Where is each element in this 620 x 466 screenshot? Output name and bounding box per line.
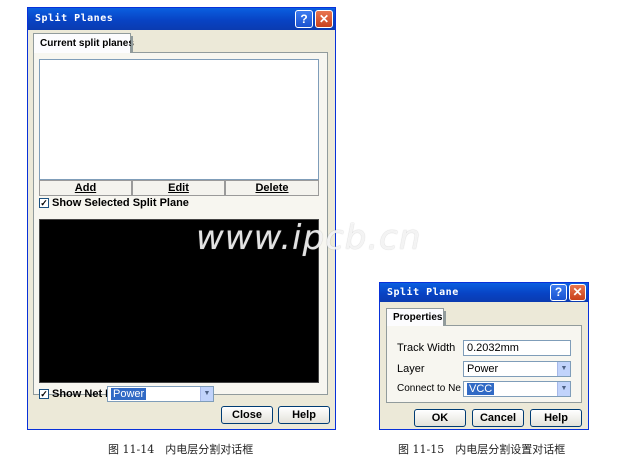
chevron-down-icon[interactable]: ▼ (557, 382, 570, 396)
question-mark-icon: ? (554, 285, 563, 299)
help-title-button[interactable]: ? (295, 10, 313, 28)
close-title-button[interactable]: ✕ (315, 10, 333, 28)
cancel-button[interactable]: Cancel (472, 409, 524, 427)
chevron-down-icon[interactable]: ▼ (557, 362, 570, 376)
check-icon: ✓ (40, 198, 48, 208)
question-mark-icon: ? (300, 12, 308, 26)
delete-button-label: Delete (255, 182, 289, 194)
net-select[interactable]: Power ▼ (107, 386, 214, 402)
track-width-value: 0.2032mm (467, 342, 519, 354)
add-button-label: Add (74, 182, 97, 194)
ok-button[interactable]: OK (414, 409, 466, 427)
track-width-label: Track Width (397, 342, 456, 354)
connect-to-net-value: VCC (467, 383, 495, 395)
delete-button[interactable]: Delete (225, 180, 319, 196)
close-title-button[interactable]: ✕ (569, 284, 586, 301)
show-net-checkbox[interactable]: ✓ (39, 389, 49, 399)
connect-to-net-label: Connect to Ne (397, 383, 461, 394)
layer-select[interactable]: Power ▼ (463, 361, 571, 377)
split-planes-title-bar[interactable]: Split Planes ? ✕ (28, 8, 335, 30)
edit-button[interactable]: Edit (132, 180, 225, 196)
show-net-label: Show Net I (52, 388, 109, 400)
cancel-button-label: Cancel (479, 412, 517, 424)
layer-label: Layer (397, 363, 425, 375)
help-button[interactable]: Help (278, 406, 330, 424)
split-plane-title-bar[interactable]: Split Plane ? ✕ (380, 283, 588, 302)
figure-caption-11-14: 图 11-14 内电层分割对话框 (108, 443, 254, 456)
show-selected-split-plane-label: Show Selected Split Plane (52, 197, 189, 209)
tab-properties[interactable]: Properties (386, 308, 446, 326)
split-plane-title: Split Plane (387, 287, 459, 298)
figure-caption-11-15: 图 11-15 内电层分割设置对话框 (398, 443, 566, 456)
net-select-value: Power (111, 388, 147, 400)
connect-to-net-select[interactable]: VCC ▼ (463, 381, 571, 397)
add-button[interactable]: Add (39, 180, 132, 196)
tab-current-split-planes[interactable]: Current split planes (33, 33, 134, 53)
help-button-label: Help (292, 409, 316, 421)
track-width-field[interactable]: 0.2032mm (463, 340, 571, 356)
show-selected-split-plane-checkbox[interactable]: ✓ (39, 198, 49, 208)
help-button[interactable]: Help (530, 409, 582, 427)
split-plane-dialog: Split Plane ? ✕ Properties Track Width 0… (379, 282, 589, 430)
close-icon: ✕ (572, 285, 583, 299)
split-planes-title: Split Planes (35, 13, 114, 24)
help-button-label: Help (544, 412, 568, 424)
tab-properties-label: Properties (393, 312, 443, 323)
check-icon: ✓ (40, 389, 48, 399)
layer-select-value: Power (467, 363, 499, 375)
tab-current-split-planes-label: Current split planes (40, 38, 134, 49)
close-button[interactable]: Close (221, 406, 273, 424)
split-planes-list[interactable] (39, 59, 319, 180)
close-button-label: Close (232, 409, 262, 421)
edit-button-label: Edit (168, 182, 189, 194)
ok-button-label: OK (431, 412, 449, 424)
chevron-down-icon[interactable]: ▼ (200, 387, 213, 401)
help-title-button[interactable]: ? (550, 284, 567, 301)
watermark-text: www.ipcb.cn (196, 218, 422, 258)
close-icon: ✕ (318, 12, 330, 26)
